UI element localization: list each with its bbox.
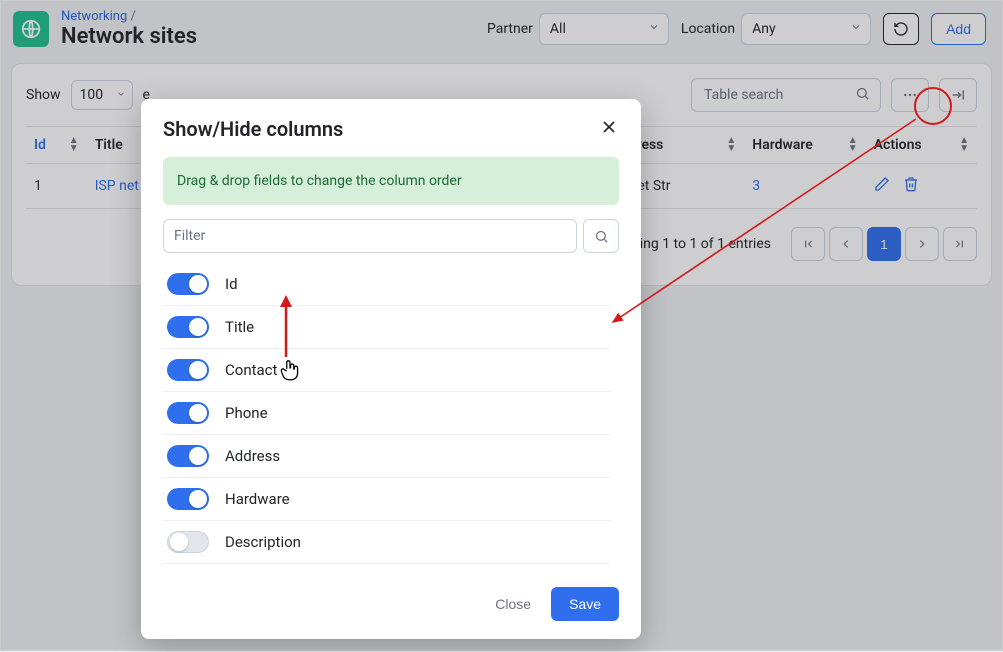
toggle-switch[interactable] (167, 531, 209, 553)
search-icon (594, 229, 609, 244)
toggle-switch[interactable] (167, 273, 209, 295)
column-label: Contact (225, 361, 277, 379)
column-label: Hardware (225, 490, 290, 508)
toggle-switch[interactable] (167, 359, 209, 381)
column-label: Description (225, 533, 301, 551)
column-item[interactable]: Id (163, 263, 611, 306)
columns-modal: Show/Hide columns Drag & drop fields to … (141, 99, 641, 639)
close-icon[interactable] (599, 117, 619, 141)
filter-placeholder: Filter (174, 228, 205, 244)
filter-input[interactable]: Filter (163, 219, 577, 253)
column-label: Phone (225, 404, 268, 422)
column-label: Address (225, 447, 280, 465)
column-item[interactable]: Address (163, 435, 611, 478)
hint-banner: Drag & drop fields to change the column … (163, 157, 619, 205)
modal-save-button[interactable]: Save (551, 587, 619, 621)
modal-title: Show/Hide columns (163, 117, 343, 141)
toggle-switch[interactable] (167, 402, 209, 424)
toggle-switch[interactable] (167, 316, 209, 338)
column-item[interactable]: Hardware (163, 478, 611, 521)
filter-search-button[interactable] (583, 219, 619, 253)
column-item[interactable]: Phone (163, 392, 611, 435)
toggle-switch[interactable] (167, 445, 209, 467)
column-label: Title (225, 318, 254, 336)
column-item[interactable]: Contact (163, 349, 611, 392)
modal-close-button[interactable]: Close (481, 587, 545, 621)
column-item[interactable]: Description (163, 521, 611, 564)
column-item[interactable]: GEO coordinates (163, 564, 611, 573)
column-item[interactable]: Title (163, 306, 611, 349)
column-label: Id (225, 275, 238, 293)
columns-list[interactable]: Id Title Contact Phone Address Hardware Descri… (163, 263, 619, 573)
toggle-switch[interactable] (167, 488, 209, 510)
